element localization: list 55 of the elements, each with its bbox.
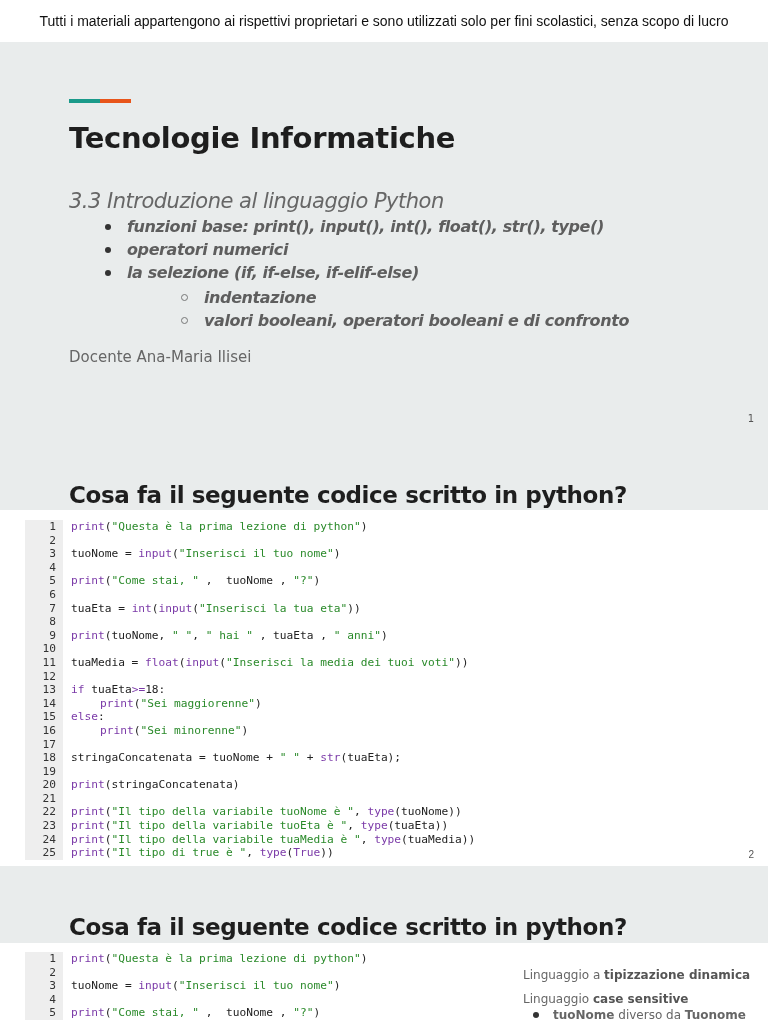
bullet-icon — [533, 1012, 539, 1018]
line-number: 15 — [25, 710, 63, 724]
line-number: 25 — [25, 846, 63, 860]
code-line: tuoNome = input("Inserisci il tuo nome") — [70, 979, 342, 993]
slide-title: Cosa fa il seguente codice scritto in python? — [69, 482, 627, 508]
code-line: print("Sei minorenne") — [99, 723, 250, 738]
line-number: 1 — [25, 952, 63, 966]
code-line: print("Il tipo della variabile tuoEta è ", type(tuaEta)) — [70, 819, 450, 833]
code-line: print("Come stai, " , tuoNome , "?") — [70, 574, 322, 588]
slide-title: Cosa fa il seguente codice scritto in python? — [69, 914, 627, 940]
accent-bar — [69, 99, 131, 103]
bullet-text: valori booleani, operatori booleani e di confronto — [204, 310, 629, 332]
line-number: 13 — [25, 683, 63, 697]
code-line: print("Questa è la prima lezione di python") — [70, 520, 369, 534]
code-line: else: — [70, 710, 106, 724]
code-line: if tuaEta>=18: — [70, 683, 167, 697]
bullet-text: operatori numerici — [127, 239, 289, 261]
bullet-icon — [105, 269, 111, 276]
note-text: Linguaggio a tipizzazione dinamica — [523, 968, 751, 982]
code-line: tuaEta = int(input("Inserisci la tua eta")) — [70, 601, 362, 616]
slide-title: Tecnologie Informatiche — [69, 121, 457, 155]
code-line: print("Come stai, " , tuoNome , "?") — [70, 1006, 322, 1020]
code-line: tuaMedia = float(input("Inserisci la media dei tuoi voti")) — [70, 655, 470, 670]
code-line: print(stringaConcatenata) — [70, 778, 241, 792]
line-number: 3 — [25, 547, 63, 561]
line-number: 10 — [25, 642, 63, 656]
bullet-text: funzioni base: print(), input(), int(), float(), str(), type() — [127, 216, 604, 238]
bullet-icon — [105, 246, 111, 253]
note-text: Linguaggio case sensitive — [523, 992, 689, 1006]
line-number: 22 — [25, 805, 63, 820]
line-number: 3 — [25, 979, 63, 993]
page-number: 2 — [748, 849, 754, 860]
bullet-text: la selezione (if, if-else, if-elif-else) — [127, 262, 419, 284]
line-number: 8 — [25, 615, 63, 629]
code-line: print("Sei maggiorenne") — [99, 696, 263, 711]
code-line: print("Il tipo della variabile tuoNome è ", type(tuoNome)) — [70, 805, 463, 820]
line-number: 1 — [25, 520, 63, 534]
line-number: 18 — [25, 751, 63, 765]
line-number: 5 — [25, 1006, 63, 1020]
bullet-icon — [105, 223, 111, 230]
line-number: 20 — [25, 778, 63, 792]
code-line: print("Il tipo di true è ", type(True)) — [70, 846, 335, 860]
code-line: print(tuoNome, " ", " hai " , tuaEta , " anni") — [70, 628, 389, 643]
note-text: tuoNome diverso da Tuonome — [553, 1008, 746, 1022]
author-text: Docente Ana-Maria Ilisei — [69, 348, 253, 366]
notice-text: Tutti i materiali appartengono ai rispettivi proprietari e sono utilizzati solo per fini scolastici, senza scopo di lucro — [38, 12, 730, 31]
code-line: print("Questa è la prima lezione di python") — [70, 952, 368, 966]
code-line: print("Il tipo della variabile tuaMedia è ", type(tuaMedia)) — [70, 832, 476, 847]
code-line: stringaConcatenata = tuoNome + " " + str(tuaEta); — [70, 751, 403, 765]
bullet-text: indentazione — [204, 287, 317, 309]
line-number: 23 — [25, 819, 63, 833]
line-number: 5 — [25, 574, 63, 588]
code-line: tuoNome = input("Inserisci il tuo nome") — [70, 547, 342, 561]
page-number: 1 — [747, 413, 754, 424]
slide-subtitle: 3.3 Introduzione al linguaggio Python — [69, 189, 445, 213]
